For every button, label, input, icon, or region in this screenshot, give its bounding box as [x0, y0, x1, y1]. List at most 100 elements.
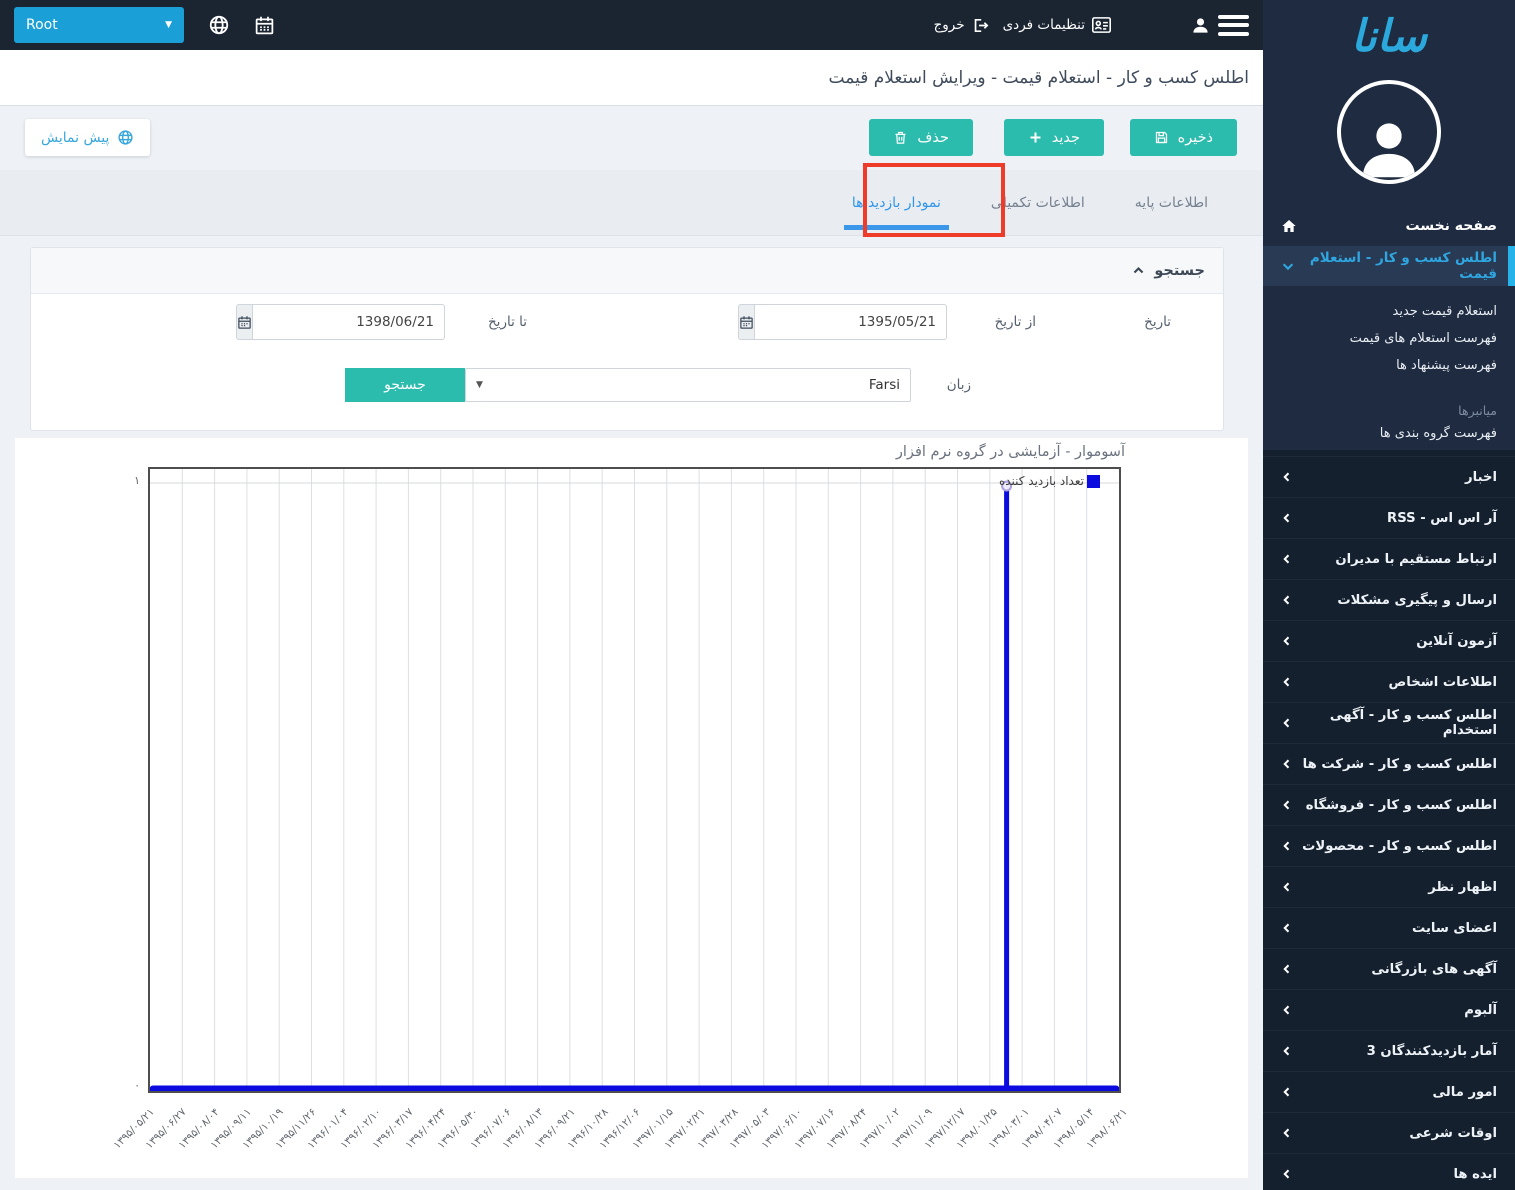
search-panel: جستجو تاریخ از تاریخ تا تاریخ زبا [30, 247, 1224, 431]
globe-icon [117, 129, 134, 146]
globe-icon[interactable] [208, 14, 230, 36]
language-select[interactable]: Farsi ▼ [465, 368, 911, 402]
chevron-left-icon [1281, 1045, 1293, 1057]
sidebar-item[interactable]: اعضای سایت [1263, 907, 1515, 948]
root-select[interactable]: Root ▼ [14, 7, 184, 43]
brand-logo: سانا [1263, 0, 1515, 68]
x-axis-labels: ۱۳۹۵/۰۵/۲۱۱۳۹۵/۰۶/۲۷۱۳۹۵/۰۸/۰۴۱۳۹۵/۰۹/۱۱… [15, 1100, 1248, 1178]
sidebar-item-label: ایده ها [1453, 1167, 1497, 1182]
chevron-left-icon [1281, 553, 1293, 565]
calendar-picker-icon[interactable] [738, 304, 755, 340]
user-icon[interactable] [1191, 16, 1210, 35]
idcard-icon [1092, 17, 1111, 33]
chart-legend: تعداد بازدید کننده [999, 474, 1100, 488]
chevron-left-icon [1281, 471, 1293, 483]
sidebar-item[interactable]: اظهار نظر [1263, 866, 1515, 907]
chevron-left-icon [1281, 1004, 1293, 1016]
topbar: Root ▼ تنظیمات فردی خروج [0, 0, 1263, 50]
chart-panel: آسوموار - آزمایشی در گروه نرم افزار ۱ ۰ … [15, 438, 1248, 1178]
sidebar-item[interactable]: اخبار [1263, 456, 1515, 497]
sidebar-item-label: آر اس اس - RSS [1387, 511, 1497, 526]
sidebar-item[interactable]: اطلس کسب و کار - آگهی استخدام [1263, 702, 1515, 743]
sidebar-item-label: ارسال و پیگیری مشکلات [1337, 593, 1497, 608]
chart-title: آسوموار - آزمایشی در گروه نرم افزار [896, 444, 1125, 460]
chevron-left-icon [1281, 1168, 1293, 1180]
from-date-label: از تاریخ [995, 304, 1036, 340]
to-date-input[interactable] [253, 304, 445, 340]
chevron-left-icon [1281, 963, 1293, 975]
sidebar-item-label: اطلس کسب و کار - فروشگاه [1306, 798, 1497, 813]
sidebar-upper: سانا صفحه نخست اطلس کسب و کار - استعلام … [1263, 0, 1515, 450]
shortcuts-header: میانبرها [1263, 379, 1515, 418]
delete-button-label: حذف [917, 130, 949, 146]
sidebar-item-label: آگهی های بازرگانی [1371, 962, 1497, 977]
home-icon [1281, 218, 1297, 234]
chevron-left-icon [1281, 512, 1293, 524]
sidebar-subitem[interactable]: فهرست پیشنهاد ها [1281, 352, 1497, 379]
y-axis-tick: ۰ [120, 1079, 140, 1092]
sidebar-item-label: اوقات شرعی [1409, 1126, 1497, 1141]
sidebar-item[interactable]: ارسال و پیگیری مشکلات [1263, 579, 1515, 620]
preview-button-label: پیش نمایش [41, 130, 109, 146]
search-submit-button[interactable]: جستجو [345, 368, 465, 402]
sidebar-item[interactable]: آگهی های بازرگانی [1263, 948, 1515, 989]
sidebar-item-label: آزمون آنلاین [1416, 634, 1497, 649]
from-date-input[interactable] [755, 304, 947, 340]
from-date-group [809, 304, 947, 340]
chevron-left-icon [1281, 840, 1293, 852]
sidebar-item[interactable]: آر اس اس - RSS [1263, 497, 1515, 538]
chevron-left-icon [1281, 635, 1293, 647]
chevron-left-icon [1281, 594, 1293, 606]
sidebar-item[interactable]: آزمون آنلاین [1263, 620, 1515, 661]
sidebar-item[interactable]: اطلاعات اشخاص [1263, 661, 1515, 702]
delete-button[interactable]: حذف [869, 119, 973, 156]
logout-link[interactable]: خروج [934, 17, 989, 34]
new-button[interactable]: جدید [1004, 119, 1104, 156]
chevron-left-icon [1281, 881, 1293, 893]
sidebar-item-label: امور مالی [1432, 1085, 1497, 1100]
root-select-value: Root [26, 17, 58, 33]
sidebar-item-label: اطلاعات اشخاص [1389, 675, 1497, 690]
tab-additional-info[interactable]: اطلاعات تکمیلی [983, 170, 1093, 235]
chevron-down-icon: ▼ [165, 20, 172, 30]
language-select-value: Farsi [869, 377, 900, 393]
sidebar-item[interactable]: اوقات شرعی [1263, 1112, 1515, 1153]
sidebar-item[interactable]: اطلس کسب و کار - محصولات [1263, 825, 1515, 866]
chevron-left-icon [1281, 922, 1293, 934]
language-label: زبان [947, 368, 971, 402]
sidebar-item[interactable]: آمار بازدیدکنندگان 3 [1263, 1030, 1515, 1071]
sidebar-item[interactable]: امور مالی [1263, 1071, 1515, 1112]
sidebar-item-label: اطلس کسب و کار - آگهی استخدام [1293, 708, 1497, 738]
sidebar-item-label: اطلس کسب و کار - محصولات [1302, 839, 1497, 854]
hamburger-menu-icon[interactable] [1218, 15, 1249, 36]
sidebar-subitem[interactable]: استعلام قیمت جدید [1281, 298, 1497, 325]
chevron-left-icon [1281, 717, 1293, 729]
floppy-icon [1154, 130, 1169, 145]
preview-button[interactable]: پیش نمایش [25, 119, 150, 156]
sidebar-item[interactable]: ارتباط مستقیم با مدیران [1263, 538, 1515, 579]
sidebar-item-active-price-inquiry[interactable]: اطلس کسب و کار - استعلام قیمت [1263, 246, 1515, 286]
calendar-icon[interactable] [254, 15, 275, 36]
tab-basic-info[interactable]: اطلاعات پایه [1127, 170, 1216, 235]
plus-icon [1028, 130, 1043, 145]
y-axis-tick: ۱ [120, 474, 140, 487]
tabs-strip: اطلاعات پایه اطلاعات تکمیلی نمودار بازدید … [0, 170, 1263, 236]
save-button[interactable]: ذخیره [1130, 119, 1237, 156]
to-date-group [309, 304, 445, 340]
sidebar-subitem[interactable]: فهرست استعلام های قیمت [1281, 325, 1497, 352]
sidebar-item[interactable]: اطلس کسب و کار - فروشگاه [1263, 784, 1515, 825]
avatar[interactable] [1337, 80, 1441, 184]
search-panel-header[interactable]: جستجو [31, 248, 1223, 294]
personal-settings-link[interactable]: تنظیمات فردی [1003, 17, 1111, 33]
sidebar-shortcut-item[interactable]: فهرست گروه بندی ها [1281, 420, 1497, 447]
sidebar-item[interactable]: اطلس کسب و کار - شرکت ها [1263, 743, 1515, 784]
sidebar-item[interactable]: ایده ها [1263, 1153, 1515, 1190]
calendar-picker-icon[interactable] [236, 304, 253, 340]
chevron-up-icon [1132, 264, 1145, 277]
tab-visits-chart[interactable]: نمودار بازدید ها [844, 170, 949, 235]
chevron-left-icon [1281, 799, 1293, 811]
sidebar-item-home[interactable]: صفحه نخست [1263, 206, 1515, 246]
sidebar-item[interactable]: آلبوم [1263, 989, 1515, 1030]
new-button-label: جدید [1052, 130, 1080, 146]
logout-label: خروج [934, 17, 965, 33]
